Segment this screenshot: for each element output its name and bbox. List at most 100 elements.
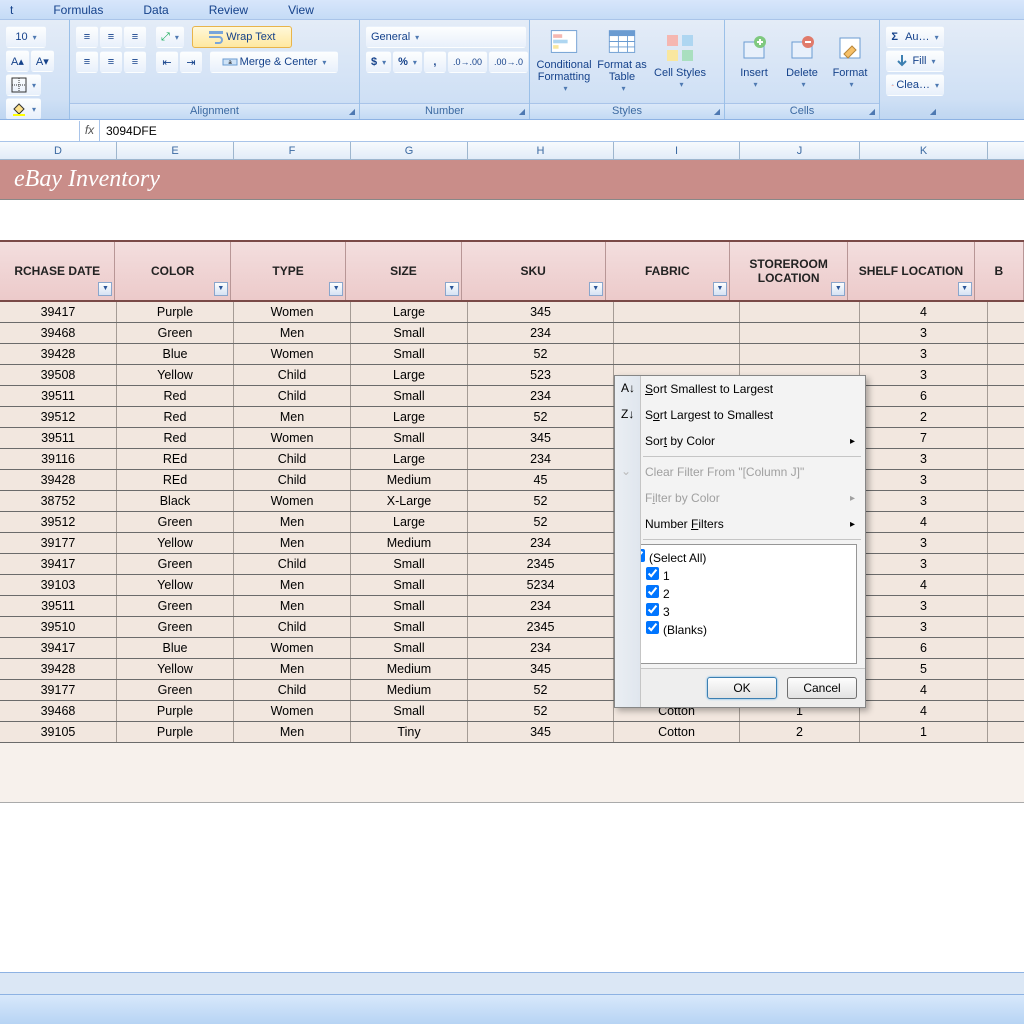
cell[interactable]: Women: [234, 344, 351, 364]
cell[interactable]: 4: [860, 512, 988, 532]
cell[interactable]: 234: [468, 596, 614, 616]
cell[interactable]: Women: [234, 491, 351, 511]
cell[interactable]: Child: [234, 470, 351, 490]
table-row[interactable]: 39510GreenChildSmall23453: [0, 617, 1024, 638]
comma-style-button[interactable]: ,: [424, 51, 446, 73]
cell[interactable]: 39510: [0, 617, 117, 637]
name-box[interactable]: [0, 121, 80, 141]
column-headers[interactable]: D E F G H I J K: [0, 142, 1024, 160]
filter-check[interactable]: [646, 621, 659, 634]
cell[interactable]: 38752: [0, 491, 117, 511]
filter-dropdown-icon[interactable]: ▼: [713, 282, 727, 296]
cell[interactable]: Women: [234, 701, 351, 721]
cell[interactable]: 39512: [0, 512, 117, 532]
cell[interactable]: Yellow: [117, 533, 234, 553]
cell[interactable]: Yellow: [117, 365, 234, 385]
cell[interactable]: Red: [117, 407, 234, 427]
cell[interactable]: Small: [351, 323, 468, 343]
increase-indent-icon[interactable]: ⇥: [180, 51, 202, 73]
cell[interactable]: 52: [468, 512, 614, 532]
cell[interactable]: Large: [351, 449, 468, 469]
cell[interactable]: 4: [860, 302, 988, 322]
filter-values-list[interactable]: (Select All) 1 2 3 (Blanks): [623, 544, 857, 664]
cell[interactable]: REd: [117, 449, 234, 469]
cell[interactable]: Green: [117, 617, 234, 637]
table-row[interactable]: 39103YellowMenSmall52344: [0, 575, 1024, 596]
align-bottom-icon[interactable]: ≡: [124, 26, 146, 48]
increase-decimal-icon[interactable]: .0→.00: [448, 51, 487, 73]
cell[interactable]: Small: [351, 386, 468, 406]
fill-button[interactable]: Fill: [886, 50, 944, 72]
cell[interactable]: 3: [860, 470, 988, 490]
table-row[interactable]: 39105PurpleMenTiny345Cotton21: [0, 722, 1024, 743]
cell[interactable]: 3: [860, 344, 988, 364]
align-left-icon[interactable]: ≡: [76, 51, 98, 73]
table-row[interactable]: 39511GreenMenSmall2343: [0, 596, 1024, 617]
cell[interactable]: 234: [468, 638, 614, 658]
cell[interactable]: 3: [860, 533, 988, 553]
cell[interactable]: 3: [860, 596, 988, 616]
border-button[interactable]: [6, 74, 41, 96]
table-row[interactable]: 39468PurpleWomenSmall52Cotton14: [0, 701, 1024, 722]
cell[interactable]: Large: [351, 407, 468, 427]
sheet-tabs[interactable]: [0, 972, 1024, 994]
table-row[interactable]: 39512RedMenLarge522: [0, 407, 1024, 428]
cell[interactable]: Men: [234, 596, 351, 616]
decrease-font-icon[interactable]: A▾: [31, 50, 54, 72]
cell[interactable]: 4: [860, 575, 988, 595]
cell[interactable]: [740, 323, 860, 343]
decrease-decimal-icon[interactable]: .00→.0: [489, 51, 528, 73]
table-row[interactable]: 39468GreenMenSmall2343: [0, 323, 1024, 344]
cell[interactable]: Green: [117, 512, 234, 532]
align-middle-icon[interactable]: ≡: [100, 26, 122, 48]
cell[interactable]: Purple: [117, 302, 234, 322]
sort-by-color[interactable]: Sort by Color: [615, 428, 865, 454]
delete-button[interactable]: Delete: [779, 26, 825, 96]
cell[interactable]: 39428: [0, 659, 117, 679]
currency-button[interactable]: $: [366, 51, 391, 73]
filter-dropdown-icon[interactable]: ▼: [329, 282, 343, 296]
menu-item[interactable]: View: [288, 3, 314, 17]
fx-icon[interactable]: fx: [80, 120, 100, 141]
cell[interactable]: 39511: [0, 428, 117, 448]
cell[interactable]: [740, 302, 860, 322]
table-row[interactable]: 39511RedChildSmall2346: [0, 386, 1024, 407]
cell[interactable]: [614, 302, 740, 322]
cell[interactable]: Medium: [351, 533, 468, 553]
sort-ascending[interactable]: A↓Sort Smallest to Largest: [615, 376, 865, 402]
cell[interactable]: Men: [234, 512, 351, 532]
cell[interactable]: REd: [117, 470, 234, 490]
cell[interactable]: Small: [351, 428, 468, 448]
cell[interactable]: Small: [351, 575, 468, 595]
autosum-button[interactable]: Σ Au…: [886, 26, 944, 48]
cell[interactable]: Child: [234, 365, 351, 385]
cell[interactable]: Green: [117, 554, 234, 574]
cell[interactable]: Cotton: [614, 722, 740, 742]
filter-dropdown-icon[interactable]: ▼: [98, 282, 112, 296]
cell[interactable]: 39511: [0, 386, 117, 406]
cell[interactable]: Small: [351, 596, 468, 616]
cell[interactable]: Large: [351, 365, 468, 385]
filter-dropdown-icon[interactable]: ▼: [958, 282, 972, 296]
filter-check[interactable]: [646, 567, 659, 580]
align-center-icon[interactable]: ≡: [100, 51, 122, 73]
cell[interactable]: Child: [234, 617, 351, 637]
cell[interactable]: Medium: [351, 680, 468, 700]
cell[interactable]: Yellow: [117, 659, 234, 679]
cell[interactable]: 234: [468, 386, 614, 406]
cell[interactable]: Green: [117, 680, 234, 700]
fill-color-button[interactable]: [6, 98, 41, 120]
filter-dropdown-icon[interactable]: ▼: [214, 282, 228, 296]
table-row[interactable]: 39177GreenChildMedium52Cotton24: [0, 680, 1024, 701]
cell[interactable]: [614, 323, 740, 343]
cell[interactable]: Blue: [117, 344, 234, 364]
cell[interactable]: Small: [351, 638, 468, 658]
increase-font-icon[interactable]: A▴: [6, 50, 29, 72]
cell[interactable]: 52: [468, 491, 614, 511]
cell[interactable]: 3: [860, 617, 988, 637]
cell[interactable]: 52: [468, 407, 614, 427]
table-row[interactable]: 39177YellowMenMedium2343: [0, 533, 1024, 554]
cell[interactable]: 39428: [0, 470, 117, 490]
cell[interactable]: 39417: [0, 554, 117, 574]
cell[interactable]: [740, 344, 860, 364]
